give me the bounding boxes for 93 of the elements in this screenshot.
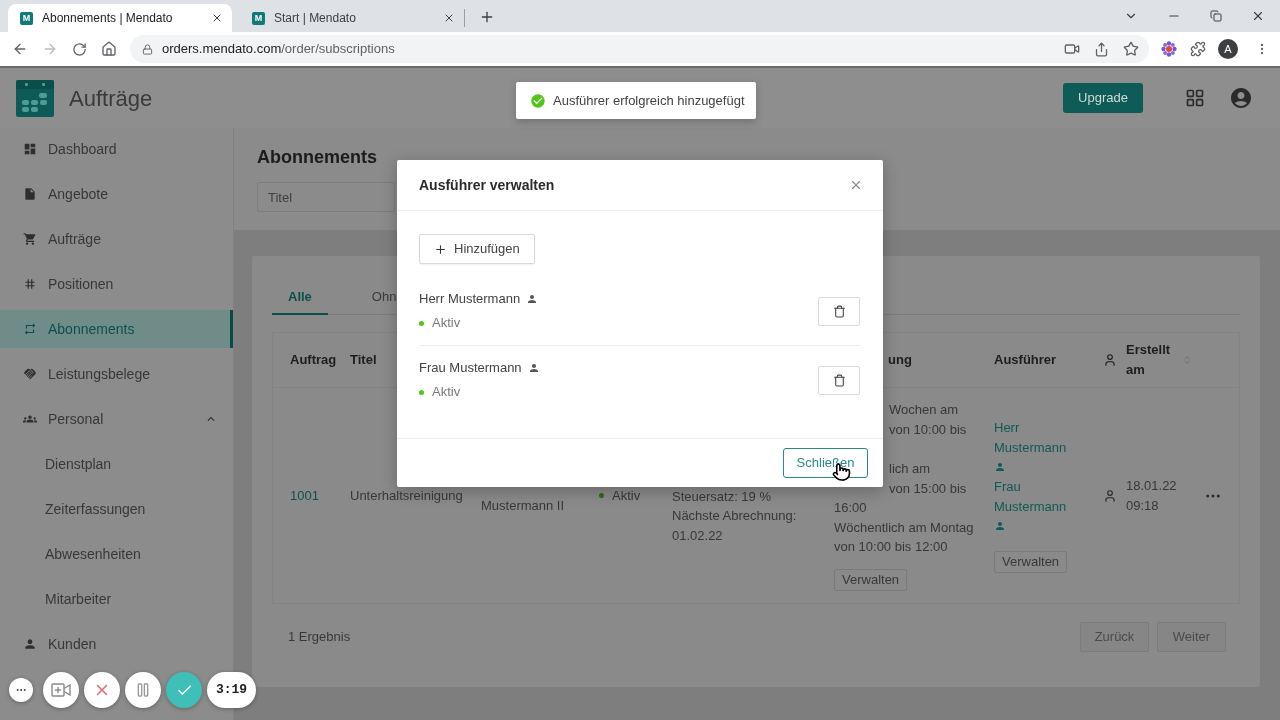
trash-icon bbox=[832, 304, 846, 318]
app-logo bbox=[16, 79, 54, 117]
schedule-text: Wochen am bbox=[889, 402, 959, 418]
delete-button[interactable] bbox=[818, 365, 860, 395]
schedule-text: Wöchentlich am Montag bbox=[834, 518, 974, 537]
sidebar-item[interactable]: Mitarbeiter bbox=[0, 580, 233, 618]
address-bar[interactable]: orders.mendato.com/order/subscriptions bbox=[130, 35, 1149, 63]
person-icon bbox=[1103, 488, 1117, 503]
home-icon[interactable] bbox=[101, 41, 117, 57]
schedule-text: von 10:00 bis 12:00 bbox=[834, 538, 948, 557]
trash-icon bbox=[832, 373, 846, 387]
title-text: Unterhaltsreinigung bbox=[350, 487, 463, 503]
executor-name: Herr Mustermann bbox=[419, 290, 521, 309]
person-icon bbox=[23, 637, 37, 651]
app-title: Aufträge bbox=[69, 84, 153, 113]
handshake-icon bbox=[23, 367, 37, 381]
sidebar-item[interactable]: Dashboard bbox=[0, 130, 233, 168]
status-text: Aktiv bbox=[432, 383, 461, 402]
sidebar-item[interactable]: Leistungsbelege bbox=[0, 355, 233, 393]
column-header: Ausführer bbox=[994, 351, 1057, 369]
status-text: Aktiv bbox=[612, 486, 641, 505]
dashboard-icon bbox=[23, 142, 37, 156]
sidebar-item[interactable]: Abwesenheiten bbox=[0, 535, 233, 573]
schedule-text: von 15:00 bis bbox=[889, 480, 967, 496]
document-icon bbox=[23, 187, 37, 201]
hash-icon bbox=[23, 277, 37, 291]
video-plus-icon bbox=[51, 683, 71, 697]
schedule-text: 16:00 bbox=[834, 499, 867, 518]
filter-tab[interactable]: Alle bbox=[272, 280, 328, 315]
camera-icon[interactable] bbox=[1064, 41, 1080, 57]
close-icon[interactable] bbox=[211, 12, 223, 24]
apps-grid-icon[interactable] bbox=[1185, 88, 1205, 108]
toast-message: Ausführer erfolgreich hinzugefügt bbox=[553, 91, 745, 110]
manage-button[interactable]: Verwalten bbox=[834, 568, 908, 591]
sidebar-item[interactable]: Abonnements bbox=[0, 310, 233, 348]
column-header: Auftrag bbox=[290, 351, 337, 369]
browser-tab[interactable]: M Abonnements | Mendato bbox=[8, 4, 232, 32]
sidebar-item[interactable]: Angebote bbox=[0, 175, 233, 213]
name-text: Mustermann II bbox=[481, 496, 565, 515]
puzzle-icon[interactable] bbox=[1190, 41, 1206, 57]
column-header: Erstellt am bbox=[1126, 341, 1172, 379]
cart-icon bbox=[23, 232, 37, 246]
order-link[interactable]: 1001 bbox=[290, 487, 319, 503]
billing-text: 01.02.22 bbox=[672, 526, 723, 545]
close-icon[interactable] bbox=[443, 12, 455, 24]
sidebar-item[interactable]: Dienstplan bbox=[0, 445, 233, 483]
person-icon bbox=[526, 293, 539, 305]
person-icon bbox=[527, 362, 540, 374]
person-icon bbox=[1103, 353, 1117, 367]
add-button[interactable]: Hinzufügen bbox=[419, 234, 535, 264]
pause-icon bbox=[135, 682, 151, 698]
lock-icon bbox=[142, 43, 153, 55]
profile-avatar[interactable]: A bbox=[1218, 39, 1238, 59]
new-tab-icon[interactable] bbox=[479, 9, 495, 25]
browser-tab[interactable]: M Start | Mendato bbox=[240, 4, 464, 32]
reload-icon[interactable] bbox=[72, 41, 87, 57]
plus-icon bbox=[434, 242, 447, 256]
filter-tab[interactable]: Ohn bbox=[355, 280, 397, 315]
account-icon[interactable] bbox=[1229, 86, 1253, 110]
executor-link[interactable]: Herr Mustermann bbox=[994, 418, 1076, 458]
billing-text: Steuersatz: 19 % bbox=[672, 487, 771, 506]
person-icon bbox=[994, 461, 1006, 474]
restore-icon[interactable] bbox=[1210, 10, 1222, 22]
status-text: Aktiv bbox=[432, 314, 461, 333]
person-icon bbox=[994, 520, 1006, 532]
date-text: 18.01.22 09:18 bbox=[1126, 476, 1178, 515]
executor-link[interactable]: Frau Mustermann bbox=[994, 477, 1076, 517]
sidebar-item[interactable]: Personal bbox=[0, 400, 233, 438]
modal-title: Ausführer verwalten bbox=[419, 175, 555, 195]
flower-icon[interactable] bbox=[1161, 41, 1177, 57]
repeat-icon bbox=[23, 322, 37, 336]
page-title: Abonnements bbox=[257, 146, 377, 169]
sidebar-item[interactable]: Positionen bbox=[0, 265, 233, 303]
share-icon[interactable] bbox=[1094, 41, 1109, 57]
delete-button[interactable] bbox=[818, 296, 860, 326]
sidebar-item[interactable]: Aufträge bbox=[0, 220, 233, 258]
back-icon[interactable] bbox=[12, 41, 28, 57]
result-count: 1 Ergebnis bbox=[287, 628, 351, 647]
executor-name: Frau Mustermann bbox=[419, 359, 522, 378]
tab-favicon: M bbox=[20, 11, 33, 25]
tab-favicon: M bbox=[252, 11, 265, 25]
search-field[interactable]: Titel bbox=[257, 182, 395, 212]
sidebar-item[interactable]: Zeiterfassungen bbox=[0, 490, 233, 528]
close-icon[interactable] bbox=[1251, 9, 1265, 23]
billing-text: Nächste Abrechnung: bbox=[672, 507, 797, 526]
upgrade-button[interactable]: Upgrade bbox=[1063, 83, 1143, 113]
star-icon[interactable] bbox=[1123, 41, 1139, 57]
sidebar-item[interactable]: Kunden bbox=[0, 625, 233, 663]
column-header: ung bbox=[888, 351, 912, 369]
manage-button[interactable]: Verwalten bbox=[994, 550, 1068, 573]
schedule-text: lich am bbox=[889, 460, 931, 476]
schedule-text: von 10:00 bis bbox=[889, 421, 967, 437]
column-header: Titel bbox=[350, 351, 377, 369]
